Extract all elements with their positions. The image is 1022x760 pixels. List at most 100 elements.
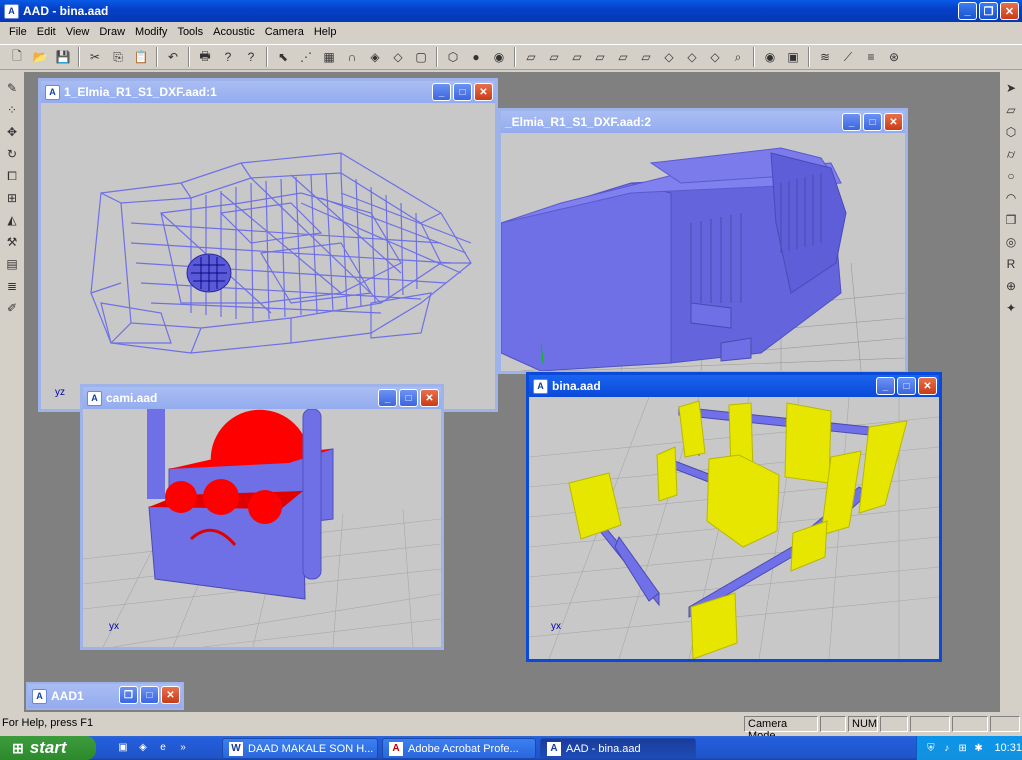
child-titlebar[interactable]: A AAD1 ❐ □ ✕ <box>28 684 182 708</box>
context-help-icon[interactable]: ? <box>240 46 262 68</box>
rotate-icon[interactable]: ↻ <box>2 144 22 164</box>
table-icon[interactable]: ▤ <box>2 254 22 274</box>
child-window-elmia-2[interactable]: _Elmia_R1_S1_DXF.aad:2 _ □ ✕ <box>498 108 908 374</box>
source-icon[interactable]: ⊕ <box>1001 276 1021 296</box>
child-close-button[interactable]: ✕ <box>161 686 180 704</box>
close-button[interactable]: ✕ <box>1000 2 1019 20</box>
save-icon[interactable]: 💾 <box>52 46 74 68</box>
open-icon[interactable]: 📂 <box>29 46 51 68</box>
array-icon[interactable]: ⊞ <box>2 188 22 208</box>
copy-icon[interactable]: ⎘ <box>107 46 129 68</box>
child-close-button[interactable]: ✕ <box>884 113 903 131</box>
wand-icon[interactable]: ✦ <box>1001 298 1021 318</box>
child-maximize-button[interactable]: □ <box>453 83 472 101</box>
print-icon[interactable]: 🖶 <box>194 46 216 68</box>
security-icon[interactable]: ✱ <box>973 741 985 755</box>
box-icon[interactable]: ⬡ <box>1001 122 1021 142</box>
start-button[interactable]: ⊞ start <box>0 736 96 760</box>
edit-icon[interactable]: ✐ <box>2 298 22 318</box>
select-icon[interactable]: ⬉ <box>272 46 294 68</box>
zoom-icon[interactable]: ⌕ <box>727 46 749 68</box>
receiver-icon[interactable]: R <box>1001 254 1021 274</box>
browser-icon[interactable]: e <box>156 740 170 754</box>
box-icon[interactable]: ▢ <box>410 46 432 68</box>
view-back-icon[interactable]: ▱ <box>543 46 565 68</box>
child-titlebar[interactable]: A bina.aad _ □ ✕ <box>529 375 939 397</box>
child-close-button[interactable]: ✕ <box>474 83 493 101</box>
render-icon[interactable]: ● <box>465 46 487 68</box>
view-left-icon[interactable]: ▱ <box>566 46 588 68</box>
task-acrobat[interactable]: A Adobe Acrobat Profe... <box>382 738 536 759</box>
snap-icon[interactable]: ⋰ <box>295 46 317 68</box>
task-word[interactable]: W DAAD MAKALE SON H... <box>222 738 378 759</box>
app-icon[interactable]: A <box>4 3 19 19</box>
view-iso-icon[interactable]: ⬡ <box>442 46 464 68</box>
eye-icon[interactable]: ◉ <box>488 46 510 68</box>
media-icon[interactable]: ◈ <box>136 740 150 754</box>
menu-edit[interactable]: Edit <box>32 26 61 38</box>
child-maximize-button[interactable]: □ <box>140 686 159 704</box>
view-top-icon[interactable]: ▱ <box>612 46 634 68</box>
wireframe-icon[interactable]: ◇ <box>387 46 409 68</box>
menu-acoustic[interactable]: Acoustic <box>208 26 260 38</box>
app-titlebar[interactable]: A AAD - bina.aad _ ❐ ✕ <box>0 0 1022 22</box>
target-icon[interactable]: ◎ <box>1001 232 1021 252</box>
child-close-button[interactable]: ✕ <box>918 377 937 395</box>
quick-launch-more-icon[interactable]: » <box>176 740 190 754</box>
child-maximize-button[interactable]: □ <box>863 113 882 131</box>
menu-modify[interactable]: Modify <box>130 26 172 38</box>
view-bottom-icon[interactable]: ▱ <box>635 46 657 68</box>
menu-view[interactable]: View <box>61 26 95 38</box>
mirror-icon[interactable]: ◭ <box>2 210 22 230</box>
shield-icon[interactable]: ⛨ <box>925 741 937 755</box>
rotate-x-icon[interactable]: ◇ <box>658 46 680 68</box>
child-minimize-button[interactable]: _ <box>842 113 861 131</box>
brush-icon[interactable]: ⚒ <box>2 232 22 252</box>
menu-draw[interactable]: Draw <box>94 26 130 38</box>
grid-icon[interactable]: ▦ <box>318 46 340 68</box>
shade-icon[interactable]: ◈ <box>364 46 386 68</box>
pencil-icon[interactable]: ✎ <box>2 78 22 98</box>
menu-camera[interactable]: Camera <box>260 26 309 38</box>
view-front-icon[interactable]: ▱ <box>520 46 542 68</box>
child-restore-button[interactable]: ❐ <box>119 686 138 704</box>
layers-icon[interactable]: ≋ <box>814 46 836 68</box>
child-close-button[interactable]: ✕ <box>420 389 439 407</box>
viewport-3d[interactable] <box>501 133 905 371</box>
child-window-aad1[interactable]: A AAD1 ❐ □ ✕ <box>26 682 184 710</box>
points-icon[interactable]: ⁘ <box>2 100 22 120</box>
child-window-cami[interactable]: A cami.aad _ □ ✕ yx <box>80 384 444 650</box>
child-minimize-button[interactable]: _ <box>876 377 895 395</box>
child-minimize-button[interactable]: _ <box>432 83 451 101</box>
show-desktop-icon[interactable]: ▣ <box>116 740 130 754</box>
volume-icon[interactable]: ♪ <box>941 741 953 755</box>
menu-help[interactable]: Help <box>309 26 342 38</box>
viewport-3d[interactable]: yx <box>529 397 939 659</box>
child-maximize-button[interactable]: □ <box>897 377 916 395</box>
network-icon[interactable]: ⊞ <box>957 741 969 755</box>
pointer-icon[interactable]: ➤ <box>1001 78 1021 98</box>
camera-view-icon[interactable]: ◉ <box>759 46 781 68</box>
circle-icon[interactable]: ○ <box>1001 166 1021 186</box>
layers-icon[interactable]: ≣ <box>2 276 22 296</box>
help-icon[interactable]: ? <box>217 46 239 68</box>
rotate-z-icon[interactable]: ◇ <box>704 46 726 68</box>
task-aad[interactable]: A AAD - bina.aad <box>540 738 696 759</box>
child-minimize-button[interactable]: _ <box>378 389 397 407</box>
menu-file[interactable]: File <box>4 26 32 38</box>
child-window-bina[interactable]: A bina.aad _ □ ✕ yx <box>526 372 942 662</box>
magnet-icon[interactable]: ∩ <box>341 46 363 68</box>
render-window-icon[interactable]: ▣ <box>782 46 804 68</box>
child-window-elmia-1[interactable]: A 1_Elmia_R1_S1_DXF.aad:1 _ □ ✕ yz <box>38 78 498 412</box>
spectrum-icon[interactable]: ≡ <box>860 46 882 68</box>
move-icon[interactable]: ✥ <box>2 122 22 142</box>
child-titlebar[interactable]: A cami.aad _ □ ✕ <box>83 387 441 409</box>
plane-icon[interactable]: ▱ <box>1001 100 1021 120</box>
rotate-y-icon[interactable]: ◇ <box>681 46 703 68</box>
viewport-3d[interactable]: yx <box>83 409 441 647</box>
viewport-3d[interactable]: yz <box>41 103 495 409</box>
child-titlebar[interactable]: A 1_Elmia_R1_S1_DXF.aad:1 _ □ ✕ <box>41 81 495 103</box>
new-icon[interactable]: 🗋 <box>6 46 28 68</box>
menu-tools[interactable]: Tools <box>172 26 208 38</box>
view-right-icon[interactable]: ▱ <box>589 46 611 68</box>
